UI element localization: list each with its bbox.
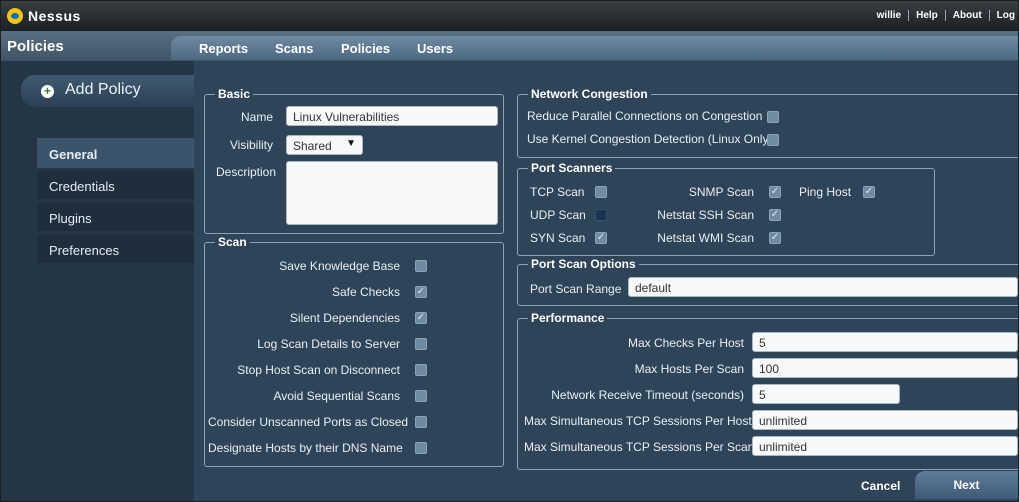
netstat-wmi-checkbox[interactable]: ✓: [769, 232, 781, 244]
sidebar-item-credentials[interactable]: Credentials: [37, 171, 194, 199]
top-bar: Nessus willie Help About Log: [1, 1, 1018, 31]
tab-reports[interactable]: Reports: [199, 41, 248, 56]
nav-tabs: Reports Scans Policies Users: [171, 36, 1018, 60]
syn-scan-checkbox[interactable]: ✓: [595, 232, 607, 244]
add-policy-button[interactable]: + Add Policy: [21, 75, 197, 107]
udp-scan-label: UDP Scan: [530, 208, 586, 222]
logout-link[interactable]: Log: [988, 10, 1018, 21]
next-button[interactable]: Next: [915, 471, 1018, 499]
max-hosts-label: Max Hosts Per Scan: [634, 362, 744, 376]
network-timeout-input[interactable]: 5: [752, 384, 900, 404]
max-checks-input[interactable]: 5: [752, 332, 1018, 352]
designate-hosts-dns-checkbox[interactable]: [415, 442, 427, 454]
add-policy-label: Add Policy: [65, 81, 141, 98]
max-hosts-input[interactable]: 100: [752, 358, 1018, 378]
ping-host-checkbox[interactable]: ✓: [863, 186, 875, 198]
policy-form: Basic Name Linux Vulnerabilities Visibil…: [194, 61, 1018, 501]
nessus-logo: Nessus: [7, 8, 81, 24]
ping-host-label: Ping Host: [799, 185, 852, 199]
netstat-ssh-label: Netstat SSH Scan: [657, 208, 754, 222]
visibility-select[interactable]: Shared ▼: [286, 135, 363, 155]
network-timeout-label: Network Receive Timeout (seconds): [551, 388, 744, 402]
tcp-scan-label: TCP Scan: [530, 185, 585, 199]
consider-unscanned-ports-checkbox[interactable]: [415, 416, 427, 428]
tab-scans[interactable]: Scans: [275, 41, 313, 56]
eye-icon: [7, 8, 23, 24]
tcp-sessions-host-input[interactable]: unlimited: [752, 410, 1018, 430]
log-scan-details-label: Log Scan Details to Server: [257, 337, 400, 351]
network-congestion-group: Network Congestion: [517, 87, 1018, 158]
netstat-wmi-label: Netstat WMI Scan: [657, 231, 754, 245]
silent-dependencies-label: Silent Dependencies: [289, 311, 400, 325]
silent-dependencies-checkbox[interactable]: ✓: [415, 312, 427, 324]
plus-circle-icon: +: [41, 85, 54, 98]
netstat-ssh-checkbox[interactable]: ✓: [769, 209, 781, 221]
tab-policies[interactable]: Policies: [341, 41, 390, 56]
sidebar-item-preferences[interactable]: Preferences: [37, 235, 194, 263]
stop-host-scan-checkbox[interactable]: [415, 364, 427, 376]
tcp-sessions-host-label: Max Simultaneous TCP Sessions Per Host: [524, 414, 752, 428]
port-scan-range-input[interactable]: default: [628, 277, 1018, 297]
tcp-scan-checkbox[interactable]: [595, 186, 607, 198]
port-scan-range-label: Port Scan Range: [530, 282, 622, 296]
nessus-window: Nessus willie Help About Log Policies Re…: [0, 0, 1019, 502]
description-label: Description: [216, 165, 277, 179]
snmp-scan-label: SNMP Scan: [688, 185, 754, 199]
save-knowledge-base-checkbox[interactable]: [415, 260, 427, 272]
basic-legend: Basic: [215, 87, 254, 101]
dropdown-arrow-icon: ▼: [346, 138, 356, 149]
tab-users[interactable]: Users: [417, 41, 453, 56]
performance-legend: Performance: [528, 311, 608, 325]
safe-checks-label: Safe Checks: [331, 285, 400, 299]
port-scanners-legend: Port Scanners: [528, 161, 616, 175]
safe-checks-checkbox[interactable]: ✓: [415, 286, 427, 298]
stop-host-scan-label: Stop Host Scan on Disconnect: [237, 363, 400, 377]
name-label: Name: [240, 110, 273, 124]
policy-name-input[interactable]: Linux Vulnerabilities: [286, 106, 498, 126]
port-scan-options-legend: Port Scan Options: [528, 257, 639, 271]
about-link[interactable]: About: [944, 10, 989, 21]
network-congestion-legend: Network Congestion: [528, 87, 651, 101]
sidebar: [1, 61, 194, 501]
snmp-scan-checkbox[interactable]: ✓: [769, 186, 781, 198]
avoid-sequential-scans-label: Avoid Sequential Scans: [273, 389, 400, 403]
visibility-value: Shared: [293, 139, 332, 153]
reduce-parallel-checkbox[interactable]: [767, 111, 779, 123]
username-link[interactable]: willie: [870, 10, 908, 21]
scan-legend: Scan: [215, 235, 250, 249]
kernel-congestion-checkbox[interactable]: [767, 134, 779, 146]
syn-scan-label: SYN Scan: [530, 231, 586, 245]
consider-unscanned-ports-label: Consider Unscanned Ports as Closed: [208, 415, 409, 429]
visibility-label: Visibility: [229, 138, 273, 152]
scan-group: Scan: [204, 235, 504, 467]
tcp-sessions-scan-label: Max Simultaneous TCP Sessions Per Scan: [524, 440, 755, 454]
user-links: willie Help About Log: [870, 10, 1018, 21]
tcp-sessions-scan-input[interactable]: unlimited: [752, 436, 1018, 456]
sidebar-item-general[interactable]: General: [37, 138, 194, 168]
kernel-congestion-label: Use Kernel Congestion Detection (Linux O…: [527, 132, 773, 146]
avoid-sequential-scans-checkbox[interactable]: [415, 390, 427, 402]
reduce-parallel-label: Reduce Parallel Connections on Congestio…: [527, 109, 763, 123]
page-title: Policies: [7, 38, 64, 55]
logo-text: Nessus: [28, 8, 81, 24]
max-checks-label: Max Checks Per Host: [627, 336, 744, 350]
log-scan-details-checkbox[interactable]: [415, 338, 427, 350]
sidebar-item-plugins[interactable]: Plugins: [37, 203, 194, 231]
save-knowledge-base-label: Save Knowledge Base: [279, 259, 400, 273]
designate-hosts-dns-label: Designate Hosts by their DNS Name: [208, 441, 403, 455]
description-textarea[interactable]: [286, 161, 498, 225]
help-link[interactable]: Help: [908, 10, 945, 21]
udp-scan-checkbox[interactable]: [595, 209, 607, 221]
cancel-button[interactable]: Cancel: [861, 479, 900, 493]
